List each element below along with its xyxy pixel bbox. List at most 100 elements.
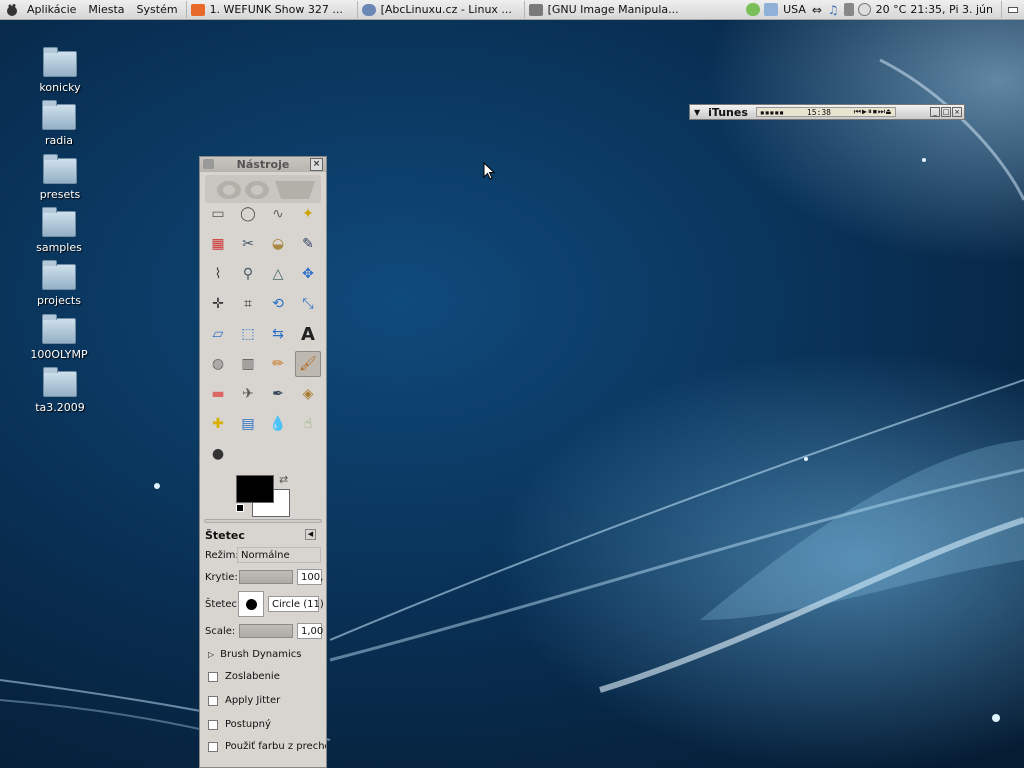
maximize-icon[interactable]: □ xyxy=(941,107,951,117)
shear-icon[interactable]: ▱ xyxy=(205,321,231,347)
desktop-icon-projects[interactable]: projects xyxy=(19,260,99,307)
color-select-icon[interactable]: ▦ xyxy=(205,231,231,257)
jitter-checkbox[interactable] xyxy=(208,695,218,706)
dodge-burn-icon-glyph: ● xyxy=(211,446,225,462)
display-icon[interactable] xyxy=(764,3,779,16)
paths-icon-glyph: ✎ xyxy=(302,236,314,252)
gnome-foot-icon[interactable] xyxy=(3,1,21,19)
wilber-logo-icon xyxy=(217,181,315,199)
pencil-icon[interactable]: ✏ xyxy=(265,351,291,377)
fade-checkbox[interactable] xyxy=(208,671,218,682)
opacity-label: Krytie: xyxy=(205,571,238,583)
clock[interactable]: 21:35, Pi 3. jún xyxy=(910,3,993,16)
ink-icon[interactable]: ✒ xyxy=(265,381,291,407)
default-colors-icon[interactable] xyxy=(236,504,244,512)
scale-slider[interactable] xyxy=(239,624,293,638)
text-icon[interactable]: A xyxy=(295,321,321,347)
sync-arrows-icon[interactable]: ⇔ xyxy=(812,3,822,17)
rect-select-icon[interactable]: ▭ xyxy=(205,201,231,227)
perspective-clone-icon[interactable]: ▤ xyxy=(235,411,261,437)
incremental-checkbox[interactable] xyxy=(208,719,218,730)
music-note-icon[interactable]: ♫ xyxy=(828,3,839,17)
scale-input[interactable]: 1,00 xyxy=(297,623,323,639)
gradient-color-checkbox[interactable] xyxy=(208,741,218,752)
task-label: 1. WEFUNK Show 327 ... xyxy=(209,3,343,16)
toolbox-titlebar[interactable]: Nástroje × xyxy=(200,157,326,172)
align-icon[interactable]: ✛ xyxy=(205,291,231,317)
top-panel: Aplikácie Miesta Systém 1. WEFUNK Show 3… xyxy=(0,0,1024,20)
flip-icon[interactable]: ⇆ xyxy=(265,321,291,347)
task-label: [AbcLinuxu.cz - Linux ... xyxy=(380,3,512,16)
move-icon[interactable]: ✥ xyxy=(295,261,321,287)
foreground-color-swatch[interactable] xyxy=(236,475,274,503)
bucket-fill-icon[interactable]: ◍ xyxy=(205,351,231,377)
paths-icon[interactable]: ✎ xyxy=(295,231,321,257)
network-icon[interactable] xyxy=(746,3,761,16)
dodge-burn-icon[interactable]: ● xyxy=(205,441,231,467)
show-desktop-button[interactable] xyxy=(1001,1,1024,18)
clone-icon[interactable]: ◈ xyxy=(295,381,321,407)
task-abclinuxu[interactable]: [AbcLinuxu.cz - Linux ... xyxy=(356,1,522,18)
brush-preview-button[interactable] xyxy=(238,591,264,617)
brush-dynamics-expander[interactable]: Brush Dynamics xyxy=(220,649,301,660)
measure-icon[interactable]: △ xyxy=(265,261,291,287)
ellipse-select-icon[interactable]: ◯ xyxy=(235,201,261,227)
desktop-icon-presets[interactable]: presets xyxy=(20,154,100,201)
paintbrush-icon[interactable]: 🖌 xyxy=(295,351,321,377)
foreground-select-icon[interactable]: ◒ xyxy=(265,231,291,257)
panel-menu-arrow-icon[interactable]: ◀ xyxy=(305,529,316,540)
blend-icon[interactable]: ▥ xyxy=(235,351,261,377)
checkbox-label: Apply Jitter xyxy=(225,695,281,706)
desktop-icon-100olymp[interactable]: 100OLYMP xyxy=(19,314,99,361)
mode-select[interactable]: Normálne xyxy=(237,547,321,563)
airbrush-icon[interactable]: ✈ xyxy=(235,381,261,407)
volume-bars-icon: ▪▪▪▪▪ xyxy=(759,107,784,117)
blur-icon[interactable]: 💧 xyxy=(265,411,291,437)
folder-icon xyxy=(43,47,77,77)
zoom-icon[interactable]: ⚲ xyxy=(235,261,261,287)
crop-icon[interactable]: ⌗ xyxy=(235,291,261,317)
wilber-drop-area[interactable] xyxy=(205,175,321,203)
pencil-icon-glyph: ✏ xyxy=(272,356,284,372)
weather-temp[interactable]: 20 °C xyxy=(876,3,907,16)
scale-icon[interactable]: ⤡ xyxy=(295,291,321,317)
menu-places[interactable]: Miesta xyxy=(82,3,130,16)
smudge-icon[interactable]: ☝ xyxy=(295,411,321,437)
desktop-icon-ta3[interactable]: ta3.2009 xyxy=(20,367,100,414)
keyboard-layout[interactable]: USA xyxy=(783,3,806,16)
weather-icon[interactable] xyxy=(857,3,871,16)
heal-icon[interactable]: ✚ xyxy=(205,411,231,437)
task-wefunk[interactable]: 1. WEFUNK Show 327 ... xyxy=(185,1,355,18)
zoom-icon-glyph: ⚲ xyxy=(242,266,254,282)
color-picker-icon[interactable]: ⌇ xyxy=(205,261,231,287)
playback-controls[interactable]: ⏮▶⏸⏹⏭⏏ xyxy=(854,107,892,117)
perspective-clone-icon-glyph: ▤ xyxy=(241,416,255,432)
menu-applications[interactable]: Aplikácie xyxy=(21,3,82,16)
desktop-icon-radia[interactable]: radia xyxy=(19,100,99,147)
close-icon[interactable]: × xyxy=(310,158,323,171)
scissors-icon[interactable]: ✂ xyxy=(235,231,261,257)
desktop-icon-konicky[interactable]: konicky xyxy=(20,47,100,94)
pane-separator[interactable] xyxy=(204,519,322,523)
minimize-icon[interactable]: _ xyxy=(930,107,940,117)
shear-icon-glyph: ▱ xyxy=(212,326,224,342)
trash-icon[interactable] xyxy=(843,3,854,16)
swap-colors-icon[interactable]: ⇄ xyxy=(279,473,288,486)
window-menu-icon[interactable] xyxy=(203,159,214,169)
free-select-icon[interactable]: ∿ xyxy=(265,201,291,227)
dropdown-arrow-icon[interactable]: ▼ xyxy=(694,108,700,117)
desktop-icon-samples[interactable]: samples xyxy=(19,207,99,254)
itunes-mini-window[interactable]: ▼ iTunes ▪▪▪▪▪ 15:38 ⏮▶⏸⏹⏭⏏ _ □ × xyxy=(689,104,965,120)
close-icon[interactable]: × xyxy=(952,107,962,117)
perspective-icon[interactable]: ⬚ xyxy=(235,321,261,347)
bucket-fill-icon-glyph: ◍ xyxy=(211,356,225,372)
opacity-slider[interactable] xyxy=(239,570,293,584)
rotate-icon[interactable]: ⟲ xyxy=(265,291,291,317)
fuzzy-select-icon[interactable]: ✦ xyxy=(295,201,321,227)
menu-system[interactable]: Systém xyxy=(131,3,184,16)
task-gimp[interactable]: [GNU Image Manipula... xyxy=(523,1,701,18)
expander-arrow-icon[interactable]: ▷ xyxy=(208,650,214,659)
opacity-input[interactable]: 100, xyxy=(297,569,323,585)
desktop-icon-label: konicky xyxy=(39,81,81,94)
eraser-icon[interactable]: ▬ xyxy=(205,381,231,407)
